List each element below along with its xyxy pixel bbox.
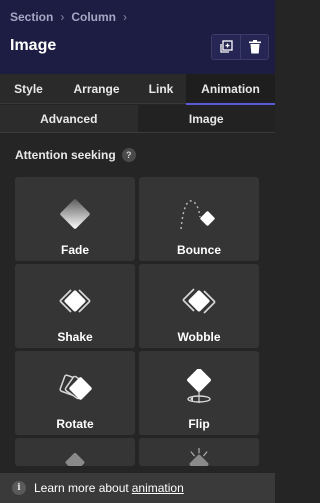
- section-heading: Attention seeking ?: [15, 148, 136, 162]
- breadcrumb: Section › Column ›: [10, 10, 127, 24]
- animation-label: Bounce: [176, 243, 221, 257]
- subtab-bar: Advanced Image: [0, 105, 275, 133]
- animation-option-rotate[interactable]: Rotate: [15, 351, 135, 435]
- animation-label: Rotate: [56, 417, 94, 431]
- duplicate-icon: [220, 40, 233, 53]
- animation-option-bounce[interactable]: Bounce: [139, 177, 259, 261]
- tab-animation[interactable]: Animation: [186, 74, 275, 105]
- delete-button[interactable]: [240, 35, 268, 59]
- animation-label: Flip: [188, 417, 210, 431]
- flip-icon: [176, 369, 222, 407]
- shake-icon: [52, 282, 98, 320]
- fade-icon: [52, 195, 98, 233]
- animation-preview-icon: [189, 448, 209, 466]
- breadcrumb-item-section[interactable]: Section: [10, 10, 53, 24]
- duplicate-button[interactable]: [212, 35, 240, 59]
- animation-option-shake[interactable]: Shake: [15, 264, 135, 348]
- help-icon[interactable]: ?: [121, 148, 136, 162]
- trash-icon: [248, 40, 261, 54]
- info-icon: i: [12, 481, 26, 495]
- animation-option-partial[interactable]: [15, 438, 135, 466]
- tab-arrange[interactable]: Arrange: [57, 74, 136, 104]
- chevron-right-icon: ›: [123, 10, 128, 24]
- chevron-right-icon: ›: [60, 10, 65, 24]
- animation-option-fade[interactable]: Fade: [15, 177, 135, 261]
- tab-link[interactable]: Link: [136, 74, 186, 104]
- section-title: Attention seeking: [15, 148, 116, 162]
- animation-grid: Fade Bounce Shake Wobble Rotate Flip: [15, 177, 259, 466]
- animation-option-partial[interactable]: [139, 438, 259, 466]
- subtab-advanced[interactable]: Advanced: [0, 105, 138, 132]
- animation-help-link[interactable]: animation: [132, 481, 184, 495]
- animation-preview-icon: [65, 452, 85, 466]
- subtab-image[interactable]: Image: [138, 105, 276, 132]
- panel-header: Section › Column › Image: [0, 0, 275, 74]
- wobble-icon: [176, 282, 222, 320]
- breadcrumb-item-column[interactable]: Column: [71, 10, 116, 24]
- page-title: Image: [10, 37, 57, 54]
- bounce-icon: [176, 195, 222, 233]
- tab-style[interactable]: Style: [0, 74, 57, 104]
- header-actions: [211, 34, 269, 60]
- animation-label: Fade: [60, 243, 89, 257]
- animation-option-flip[interactable]: Flip: [139, 351, 259, 435]
- animation-option-wobble[interactable]: Wobble: [139, 264, 259, 348]
- help-footer: i Learn more about animation: [0, 473, 275, 503]
- animation-label: Shake: [57, 330, 93, 344]
- rotate-icon: [52, 369, 98, 407]
- animation-label: Wobble: [177, 330, 221, 344]
- tab-bar: Style Arrange Link Animation: [0, 74, 275, 105]
- footer-text: Learn more about: [34, 481, 129, 495]
